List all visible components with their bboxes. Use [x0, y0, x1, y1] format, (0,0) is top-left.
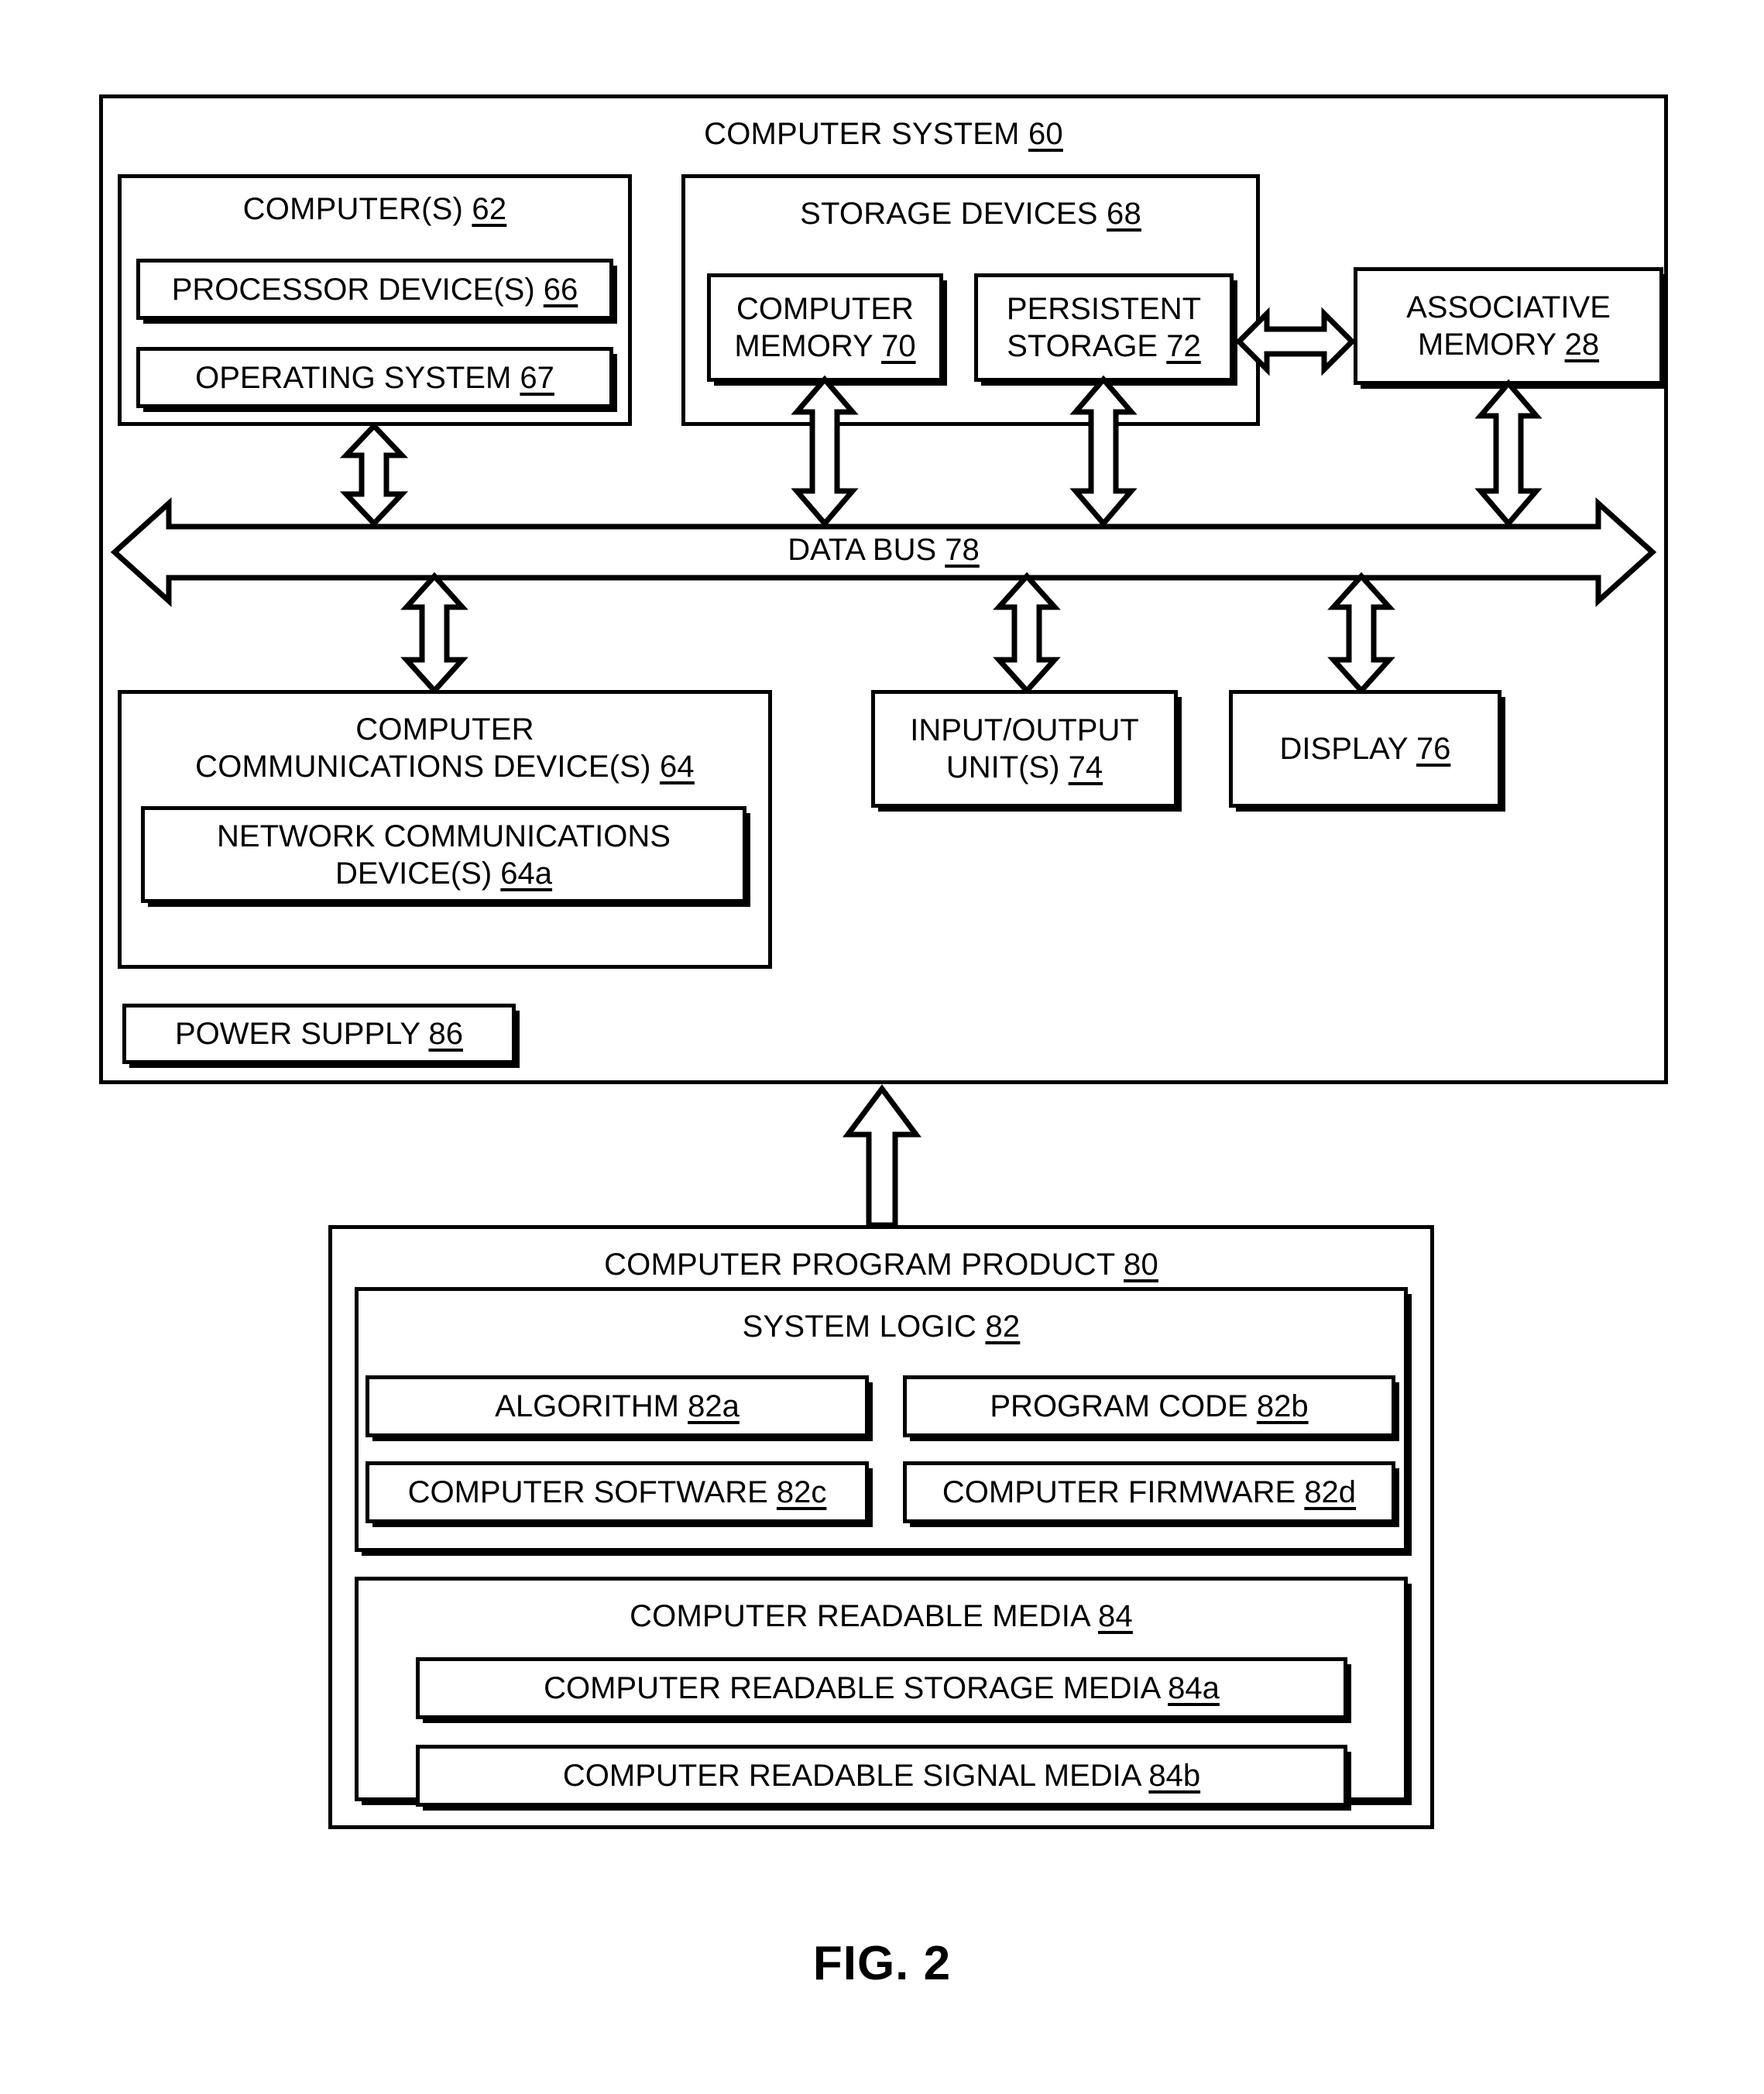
program-code-ref: 82b	[1256, 1389, 1309, 1423]
system-logic-title-ref: 82	[985, 1310, 1021, 1344]
computer-memory-box: COMPUTER MEMORY 70	[707, 273, 943, 382]
persistent-storage-line1: PERSISTENT	[1006, 292, 1202, 326]
crm-title-text: COMPUTER READABLE MEDIA	[630, 1599, 1098, 1633]
program-product-to-system-arrow	[843, 1084, 921, 1228]
crsig-ref: 84b	[1148, 1759, 1201, 1793]
computer-readable-signal-media-label: COMPUTER READABLE SIGNAL MEDIA 84b	[420, 1757, 1344, 1794]
algorithm-label: ALGORITHM 82a	[369, 1388, 865, 1425]
algorithm-text: ALGORITHM	[495, 1389, 688, 1423]
computer-software-ref: 82c	[776, 1475, 827, 1509]
computer-software-box: COMPUTER SOFTWARE 82c	[365, 1461, 869, 1523]
persistent-storage-label: PERSISTENT STORAGE 72	[978, 290, 1230, 365]
computer-system-title-ref: 60	[1028, 117, 1063, 151]
computer-software-text: COMPUTER SOFTWARE	[407, 1475, 777, 1509]
computer-memory-line1: COMPUTER	[736, 292, 914, 326]
storage-devices-title-text: STORAGE DEVICES	[800, 197, 1107, 231]
crm-title-ref: 84	[1098, 1599, 1133, 1633]
bus-to-io-units-arrow	[993, 572, 1061, 695]
cpp-title-ref: 80	[1124, 1248, 1158, 1282]
processor-devices-ref: 66	[543, 272, 578, 307]
computers-title-ref: 62	[472, 192, 507, 226]
computer-readable-signal-media-box: COMPUTER READABLE SIGNAL MEDIA 84b	[416, 1745, 1347, 1807]
power-supply-text: POWER SUPPLY	[175, 1017, 429, 1051]
data-bus-text: DATA BUS	[788, 533, 945, 567]
comm-devices-ref: 64	[659, 750, 695, 784]
computer-memory-label: COMPUTER MEMORY 70	[711, 290, 939, 365]
system-logic-title-text: SYSTEM LOGIC	[742, 1310, 986, 1344]
network-comm-ref: 64a	[500, 856, 553, 891]
processor-devices-box: PROCESSOR DEVICE(S) 66	[136, 259, 613, 320]
persistent-storage-ref: 72	[1166, 329, 1201, 363]
bus-to-comm-devices-arrow	[400, 572, 468, 695]
crsig-text: COMPUTER READABLE SIGNAL MEDIA	[562, 1759, 1149, 1793]
computer-readable-storage-media-box: COMPUTER READABLE STORAGE MEDIA 84a	[416, 1657, 1347, 1719]
power-supply-label: POWER SUPPLY 86	[126, 1015, 512, 1052]
display-label: DISPLAY 76	[1233, 730, 1498, 767]
io-units-ref: 74	[1068, 750, 1103, 784]
computer-firmware-label: COMPUTER FIRMWARE 82d	[907, 1474, 1392, 1511]
comm-devices-line1: COMPUTER	[355, 712, 534, 747]
display-text: DISPLAY	[1279, 732, 1416, 766]
figure-caption: FIG. 2	[812, 1937, 952, 1990]
storage-devices-title: STORAGE DEVICES 68	[685, 195, 1256, 232]
computer-communications-devices-title: COMPUTER COMMUNICATIONS DEVICE(S) 64	[122, 711, 768, 785]
associative-memory-line2: MEMORY	[1417, 328, 1565, 362]
algorithm-box: ALGORITHM 82a	[365, 1375, 869, 1437]
operating-system-text: OPERATING SYSTEM	[195, 360, 520, 395]
computer-system-title-text: COMPUTER SYSTEM	[704, 117, 1028, 151]
crsm-ref: 84a	[1168, 1671, 1220, 1705]
persistent-storage-line2: STORAGE	[1007, 329, 1167, 363]
processor-devices-label: PROCESSOR DEVICE(S) 66	[140, 271, 609, 308]
storage-devices-title-ref: 68	[1107, 197, 1141, 231]
associative-memory-box: ASSOCIATIVE MEMORY 28	[1354, 267, 1663, 385]
associative-memory-label: ASSOCIATIVE MEMORY 28	[1357, 289, 1659, 363]
network-comm-line1: NETWORK COMMUNICATIONS	[217, 819, 671, 853]
storage-to-associative-memory-arrow	[1235, 307, 1356, 376]
data-bus-ref: 78	[945, 533, 980, 567]
display-ref: 76	[1416, 732, 1451, 766]
io-units-line2: UNIT(S)	[945, 750, 1069, 784]
persistent-storage-box: PERSISTENT STORAGE 72	[974, 273, 1234, 382]
power-supply-ref: 86	[428, 1017, 464, 1051]
io-units-line1: INPUT/OUTPUT	[910, 713, 1139, 747]
input-output-units-box: INPUT/OUTPUT UNIT(S) 74	[871, 690, 1178, 808]
computer-firmware-box: COMPUTER FIRMWARE 82d	[903, 1461, 1395, 1523]
computer-readable-storage-media-label: COMPUTER READABLE STORAGE MEDIA 84a	[420, 1670, 1344, 1707]
computer-memory-line2: MEMORY	[734, 329, 882, 363]
computer-program-product-title: COMPUTER PROGRAM PRODUCT 80	[332, 1246, 1430, 1283]
display-box: DISPLAY 76	[1229, 690, 1501, 808]
network-communications-devices-box: NETWORK COMMUNICATIONS DEVICE(S) 64a	[141, 806, 746, 903]
computer-firmware-text: COMPUTER FIRMWARE	[942, 1475, 1305, 1509]
computer-readable-media-title: COMPUTER READABLE MEDIA 84	[359, 1598, 1404, 1635]
program-code-text: PROGRAM CODE	[990, 1389, 1257, 1423]
computer-system-title: COMPUTER SYSTEM 60	[103, 115, 1664, 153]
crsm-text: COMPUTER READABLE STORAGE MEDIA	[544, 1671, 1169, 1705]
computer-memory-ref: 70	[881, 329, 916, 363]
computers-title: COMPUTER(S) 62	[122, 191, 628, 228]
network-communications-devices-label: NETWORK COMMUNICATIONS DEVICE(S) 64a	[145, 818, 743, 892]
associative-memory-line1: ASSOCIATIVE	[1406, 290, 1611, 324]
cpp-title-text: COMPUTER PROGRAM PRODUCT	[604, 1248, 1124, 1282]
program-code-box: PROGRAM CODE 82b	[903, 1375, 1395, 1437]
system-logic-title: SYSTEM LOGIC 82	[359, 1308, 1404, 1345]
operating-system-box: OPERATING SYSTEM 67	[136, 347, 613, 408]
operating-system-label: OPERATING SYSTEM 67	[140, 359, 609, 396]
network-comm-line2: DEVICE(S)	[335, 856, 501, 891]
program-code-label: PROGRAM CODE 82b	[907, 1388, 1392, 1425]
algorithm-ref: 82a	[688, 1389, 740, 1423]
comm-devices-line2: COMMUNICATIONS DEVICE(S)	[195, 750, 660, 784]
processor-devices-text: PROCESSOR DEVICE(S)	[171, 272, 544, 307]
computer-firmware-ref: 82d	[1304, 1475, 1357, 1509]
bus-to-display-arrow	[1327, 572, 1395, 695]
figure-canvas: COMPUTER SYSTEM 60 COMPUTER(S) 62 PROCES…	[0, 0, 1764, 2094]
input-output-units-label: INPUT/OUTPUT UNIT(S) 74	[875, 712, 1174, 786]
data-bus-arrow: DATA BUS 78	[110, 497, 1657, 607]
computer-software-label: COMPUTER SOFTWARE 82c	[369, 1474, 865, 1511]
data-bus-label: DATA BUS 78	[113, 533, 1654, 567]
computers-title-text: COMPUTER(S)	[242, 192, 472, 226]
associative-memory-ref: 28	[1564, 328, 1600, 362]
operating-system-ref: 67	[520, 360, 554, 395]
power-supply-box: POWER SUPPLY 86	[122, 1004, 516, 1064]
